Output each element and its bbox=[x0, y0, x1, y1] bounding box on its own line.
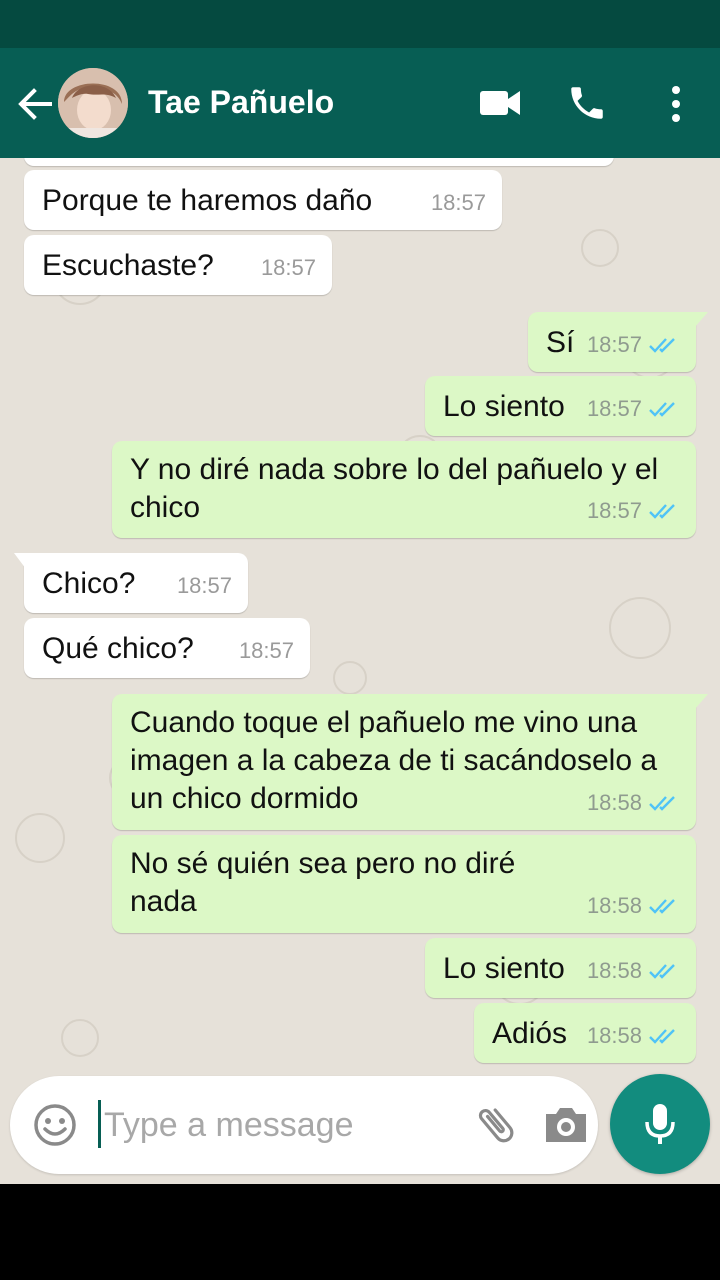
more-options-button[interactable] bbox=[662, 82, 690, 126]
message-bubble[interactable]: Qué chico? 18:57 bbox=[24, 618, 310, 678]
contact-avatar[interactable] bbox=[58, 68, 128, 138]
message-text: Sí bbox=[546, 326, 575, 359]
message-time: 18:58 bbox=[586, 1023, 642, 1048]
message-text: Lo siento bbox=[443, 390, 565, 423]
message-list[interactable]: Porque te haremos daño 18:57 Escuchaste?… bbox=[0, 158, 720, 1184]
message-bubble[interactable]: Chico? 18:57 bbox=[14, 553, 248, 613]
chat-header: Tae Pañuelo bbox=[0, 48, 720, 158]
camera-icon bbox=[546, 1108, 586, 1142]
read-receipt-icon bbox=[649, 338, 675, 353]
message-meta: 18:57 bbox=[177, 567, 232, 605]
message-meta: 18:57 bbox=[587, 326, 680, 364]
message-meta: 18:57 bbox=[431, 184, 486, 222]
message-time: 18:58 bbox=[586, 790, 642, 815]
read-receipt-icon bbox=[649, 899, 675, 914]
message-meta: 18:58 bbox=[587, 887, 680, 925]
message-bubble-clipped bbox=[24, 158, 614, 166]
message-bubble[interactable]: No sé quién sea pero no diré nada 18:58 bbox=[112, 835, 696, 933]
emoji-icon bbox=[34, 1104, 76, 1146]
more-vert-icon bbox=[672, 86, 680, 122]
read-receipt-icon bbox=[649, 964, 675, 979]
message-time: 18:57 bbox=[430, 190, 486, 215]
bubble-tail bbox=[14, 553, 26, 569]
message-text: Lo siento bbox=[443, 952, 565, 985]
message-meta: 18:58 bbox=[587, 784, 680, 822]
status-bar bbox=[0, 0, 720, 48]
message-text: Qué chico? bbox=[42, 632, 194, 665]
camera-button[interactable] bbox=[542, 1104, 590, 1146]
message-meta: 18:58 bbox=[587, 1017, 680, 1055]
read-receipt-icon bbox=[649, 402, 675, 417]
message-input[interactable] bbox=[102, 1096, 466, 1154]
message-text: Porque te haremos daño bbox=[42, 184, 373, 217]
contact-name[interactable]: Tae Pañuelo bbox=[148, 84, 334, 121]
message-time: 18:57 bbox=[238, 638, 294, 663]
phone-icon bbox=[571, 87, 603, 119]
message-time: 18:58 bbox=[586, 958, 642, 983]
message-text: Escuchaste? bbox=[42, 249, 214, 282]
voice-call-button[interactable] bbox=[566, 82, 608, 124]
video-call-button[interactable] bbox=[478, 86, 522, 120]
attach-icon bbox=[478, 1108, 514, 1143]
read-receipt-icon bbox=[649, 1029, 675, 1044]
text-cursor bbox=[98, 1100, 101, 1148]
message-text: Adiós bbox=[492, 1017, 568, 1050]
message-bubble[interactable]: Escuchaste? 18:57 bbox=[24, 235, 332, 295]
message-bubble[interactable]: Lo siento 18:57 bbox=[425, 376, 696, 436]
message-meta: 18:57 bbox=[239, 632, 294, 670]
message-meta: 18:57 bbox=[261, 249, 316, 287]
message-time: 18:57 bbox=[586, 498, 642, 523]
message-meta: 18:57 bbox=[587, 390, 680, 428]
message-time: 18:57 bbox=[586, 332, 642, 357]
message-bubble[interactable]: Sí 18:57 bbox=[528, 312, 708, 372]
message-bubble[interactable]: Adiós 18:58 bbox=[474, 1003, 696, 1063]
message-time: 18:58 bbox=[586, 893, 642, 918]
avatar-photo bbox=[58, 68, 128, 138]
video-call-icon bbox=[480, 91, 520, 115]
message-bubble[interactable]: Y no diré nada sobre lo del pañuelo y el… bbox=[112, 441, 696, 538]
bubble-tail bbox=[694, 694, 708, 710]
message-meta: 18:57 bbox=[587, 492, 680, 530]
message-bubble[interactable]: Porque te haremos daño 18:57 bbox=[24, 170, 502, 230]
message-composer bbox=[10, 1076, 598, 1174]
back-button[interactable] bbox=[14, 84, 54, 124]
read-receipt-icon bbox=[649, 796, 675, 811]
message-text: No sé quién sea pero no diré nada bbox=[130, 847, 516, 918]
message-bubble[interactable]: Cuando toque el pañuelo me vino una imag… bbox=[112, 694, 708, 830]
emoji-button[interactable] bbox=[32, 1102, 78, 1148]
read-receipt-icon bbox=[649, 504, 675, 519]
message-meta: 18:58 bbox=[587, 952, 680, 990]
attach-button[interactable] bbox=[472, 1100, 520, 1150]
bubble-tail bbox=[694, 312, 708, 328]
message-time: 18:57 bbox=[586, 396, 642, 421]
message-bubble[interactable]: Lo siento 18:58 bbox=[425, 938, 696, 998]
message-text: Chico? bbox=[42, 567, 136, 600]
mic-icon bbox=[645, 1104, 675, 1144]
voice-message-button[interactable] bbox=[610, 1074, 710, 1174]
message-time: 18:57 bbox=[176, 573, 232, 598]
message-time: 18:57 bbox=[260, 255, 316, 280]
back-arrow-icon bbox=[18, 88, 52, 120]
